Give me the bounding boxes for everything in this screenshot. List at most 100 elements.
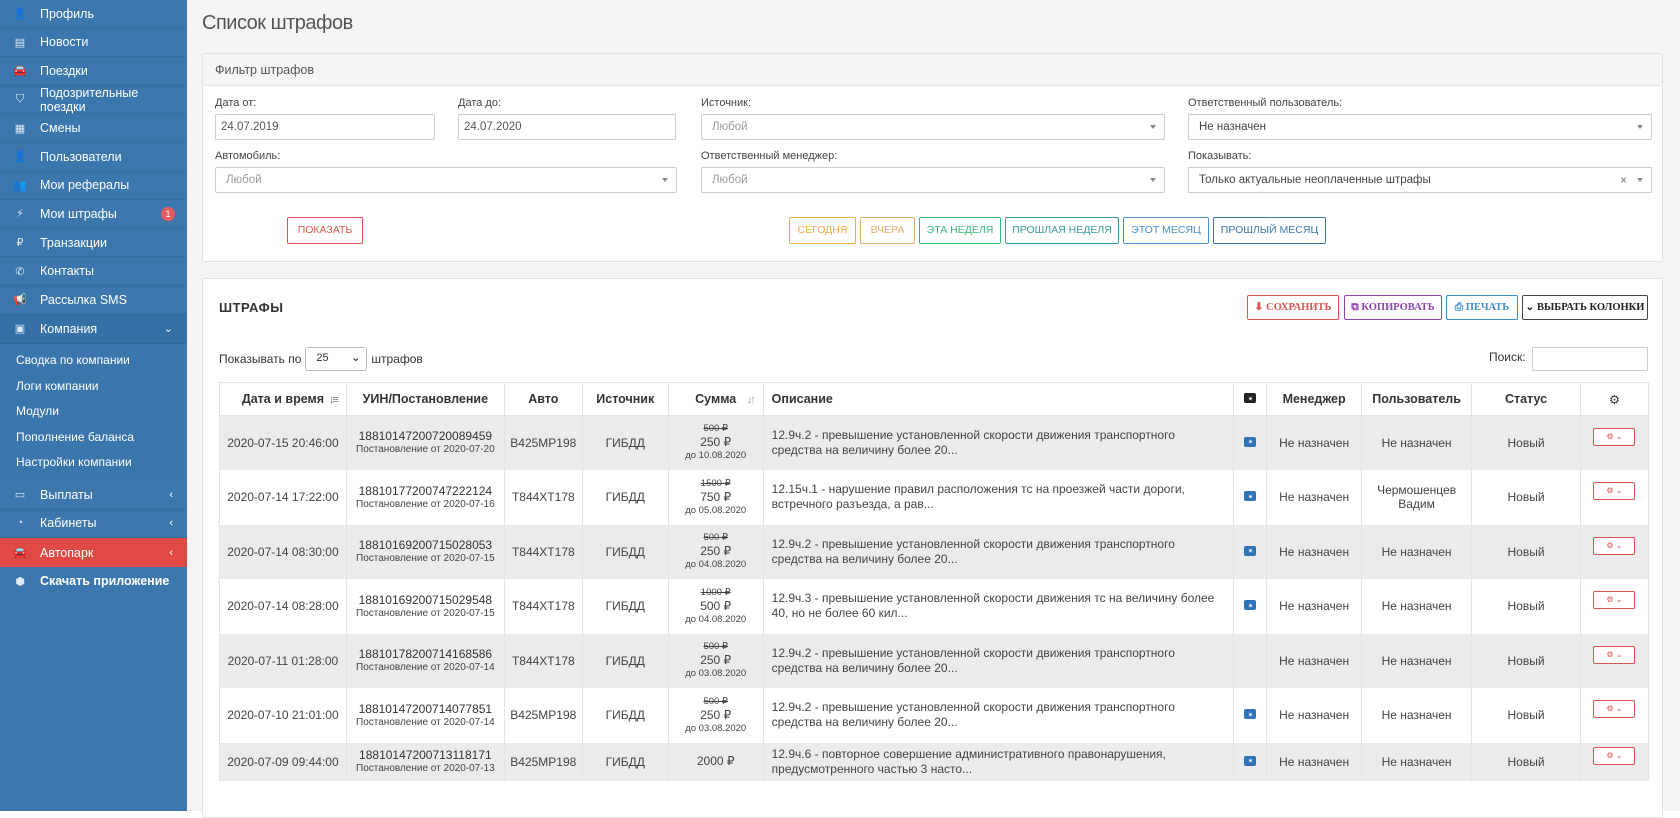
sidebar-item-4[interactable]: ▦ Смены bbox=[0, 114, 187, 143]
col-uin[interactable]: УИН/Постановление bbox=[345, 382, 505, 416]
company-submenu: Сводка по компании Логи компании Модули Поп… bbox=[0, 343, 187, 482]
submenu-item[interactable]: Настройки компании bbox=[0, 450, 187, 476]
col-user[interactable]: Пользователь bbox=[1361, 382, 1473, 416]
decree-date: Постановление от 2020-07-14 bbox=[356, 716, 495, 728]
camera-icon[interactable] bbox=[1244, 491, 1257, 501]
row-actions-button[interactable]: ⚙ ⌄ bbox=[1593, 746, 1636, 765]
choose-columns-button[interactable]: ⌄ ВЫБРАТЬ КОЛОНКИ bbox=[1522, 295, 1648, 320]
actions-cell: ⚙ ⌄ bbox=[1579, 524, 1650, 579]
sidebar-item-payouts[interactable]: ▭ Выплаты ‹ bbox=[0, 481, 187, 510]
status-cell: Новый bbox=[1471, 524, 1581, 579]
submenu-item[interactable]: Пополнение баланса bbox=[0, 424, 187, 450]
date-to-input[interactable]: 24.07.2020 bbox=[458, 114, 676, 140]
camera-icon[interactable] bbox=[1244, 709, 1257, 719]
sidebar-item-1[interactable]: ▤ Новости bbox=[0, 29, 187, 58]
table-row[interactable]: 2020-07-15 20:46:00 18810147200720089459 П… bbox=[219, 415, 1650, 470]
manager-cell: Не назначен bbox=[1266, 687, 1363, 743]
sidebar-item-label: Мои штрафы bbox=[40, 206, 117, 221]
due-date: до 10.08.2020 bbox=[685, 450, 747, 462]
table-row[interactable]: 2020-07-14 17:22:00 18810177200747222124 П… bbox=[219, 469, 1650, 525]
quick-last-week-button[interactable]: ПРОШЛАЯ НЕДЕЛЯ bbox=[1005, 217, 1119, 244]
sidebar-item-0[interactable]: 👤 Профиль bbox=[0, 0, 187, 29]
row-actions-button[interactable]: ⚙ ⌄ bbox=[1593, 482, 1636, 500]
chevron-down-icon: ⌄ bbox=[163, 323, 173, 336]
quick-this-month-button[interactable]: ЭТОТ МЕСЯЦ bbox=[1123, 217, 1209, 244]
sidebar-item-8[interactable]: ₽ Транзакции bbox=[0, 229, 187, 258]
phone-icon: ✆ bbox=[15, 265, 25, 278]
quick-last-month-button[interactable]: ПРОШЛЫЙ МЕСЯЦ bbox=[1213, 217, 1326, 244]
camera-icon[interactable] bbox=[1244, 600, 1257, 610]
description-cell: 12.9ч.2 - превышение установленной скоро… bbox=[762, 633, 1235, 688]
page-size-control: Показывать по 25 ⌄ штрафов bbox=[219, 347, 423, 371]
copy-button[interactable]: ⧉ КОПИРОВАТЬ bbox=[1344, 295, 1442, 320]
user-icon: 👤 bbox=[13, 151, 27, 164]
sidebar-item-2[interactable]: 🚘 Поездки bbox=[0, 57, 187, 86]
row-actions-button[interactable]: ⚙ ⌄ bbox=[1593, 591, 1636, 609]
dropdown-arrow-icon bbox=[1637, 125, 1643, 129]
sidebar-item-6[interactable]: 👥 Мои рефералы bbox=[0, 172, 187, 201]
car-select[interactable]: Любой bbox=[215, 167, 677, 193]
manager-select[interactable]: Любой bbox=[701, 167, 1165, 193]
table-row[interactable]: 2020-07-10 21:01:00 18810147200714077851 П… bbox=[219, 687, 1650, 743]
sidebar-item-cabinets[interactable]: ◔ Кабинеты ‹ bbox=[0, 510, 187, 539]
table-row[interactable]: 2020-07-11 01:28:00 18810178200714168586 П… bbox=[219, 633, 1650, 688]
row-actions-button[interactable]: ⚙ ⌄ bbox=[1593, 700, 1636, 718]
sidebar-item-label: Компания bbox=[40, 321, 98, 336]
table-row[interactable]: 2020-07-14 08:30:00 18810169200715028053 П… bbox=[219, 524, 1650, 579]
manager-cell: Не назначен bbox=[1266, 633, 1363, 688]
uin-number: 18810169200715028053 bbox=[358, 538, 493, 552]
show-filter-select[interactable]: Только актуальные неоплаченные штрафы × bbox=[1188, 167, 1652, 193]
camera-icon[interactable] bbox=[1244, 755, 1257, 766]
sidebar-item-download-app[interactable]: ⬢ Скачать приложение bbox=[0, 567, 187, 596]
sidebar-item-9[interactable]: ✆ Контакты bbox=[0, 257, 187, 286]
row-actions-button[interactable]: ⚙ ⌄ bbox=[1593, 645, 1636, 664]
row-actions-button[interactable]: ⚙ ⌄ bbox=[1593, 536, 1636, 555]
col-manager[interactable]: Менеджер bbox=[1266, 382, 1363, 416]
status-cell: Новый bbox=[1471, 578, 1581, 634]
col-source[interactable]: Источник bbox=[581, 382, 669, 416]
uin-cell: 18810178200714168586 Постановление от 202… bbox=[345, 633, 505, 688]
clear-icon[interactable]: × bbox=[1620, 173, 1627, 187]
row-actions-button[interactable]: ⚙ ⌄ bbox=[1593, 427, 1636, 446]
print-button[interactable]: ⎙ ПЕЧАТЬ bbox=[1446, 295, 1518, 320]
sidebar-item-company[interactable]: ▣ Компания ⌄ bbox=[0, 314, 187, 344]
col-description[interactable]: Описание bbox=[762, 382, 1235, 416]
col-datetime[interactable]: Дата и время ↓≡ bbox=[219, 382, 347, 416]
due-date: до 03.08.2020 bbox=[685, 722, 747, 734]
sidebar-item-7[interactable]: ⚡ Мои штрафы 1 bbox=[0, 200, 187, 229]
show-button[interactable]: ПОКАЗАТЬ bbox=[287, 217, 363, 244]
submenu-item[interactable]: Модули bbox=[0, 399, 187, 425]
submenu-item[interactable]: Логи компании bbox=[0, 373, 187, 399]
table-row[interactable]: 2020-07-14 08:28:00 18810169200715029548 П… bbox=[219, 578, 1650, 634]
search-input[interactable] bbox=[1532, 347, 1648, 371]
source-select[interactable]: Любой bbox=[701, 114, 1165, 140]
camera-icon[interactable] bbox=[1244, 436, 1257, 447]
quick-today-button[interactable]: СЕГОДНЯ bbox=[789, 217, 856, 244]
date-from-input[interactable]: 24.07.2019 bbox=[215, 114, 435, 140]
col-status[interactable]: Статус bbox=[1471, 382, 1581, 416]
quick-yesterday-button[interactable]: ВЧЕРА bbox=[860, 217, 915, 244]
save-button[interactable]: ⬇ СОХРАНИТЬ bbox=[1247, 295, 1339, 320]
submenu-item[interactable]: Сводка по компании bbox=[0, 348, 187, 374]
sidebar-item-label: Контакты bbox=[40, 264, 94, 279]
col-car[interactable]: Авто bbox=[503, 382, 583, 416]
col-sum[interactable]: Сумма ↓↑ bbox=[667, 382, 764, 416]
car-cell: Т844ХТ178 bbox=[503, 578, 583, 634]
sidebar-item-3[interactable]: ⛉ Подозрительные поездки bbox=[0, 86, 187, 115]
camera-icon[interactable] bbox=[1244, 545, 1257, 556]
sidebar-item-fleet[interactable]: 🚘 Автопарк ‹ bbox=[0, 538, 187, 567]
table-row[interactable]: 2020-07-09 09:44:00 18810147200713118171 П… bbox=[219, 742, 1650, 781]
car-cell: В425МР198 bbox=[503, 742, 583, 781]
sidebar-item-5[interactable]: 👤 Пользователи bbox=[0, 143, 187, 172]
page-size-select[interactable]: 25 ⌄ bbox=[305, 347, 368, 371]
datetime-cell: 2020-07-14 08:28:00 bbox=[219, 578, 347, 634]
car-value: Любой bbox=[226, 174, 262, 186]
copy-icon: ⧉ bbox=[1351, 302, 1362, 313]
copy-button-label: КОПИРОВАТЬ bbox=[1361, 302, 1435, 313]
responsible-user-select[interactable]: Не назначен bbox=[1188, 114, 1652, 140]
table-header-row: Дата и время ↓≡ УИН/Постановление Авто Ис… bbox=[219, 382, 1650, 416]
car-cell: Т844ХТ178 bbox=[503, 633, 583, 688]
status-cell: Новый bbox=[1471, 633, 1581, 688]
sidebar-item-10[interactable]: 📢 Рассылка SMS bbox=[0, 286, 187, 315]
quick-this-week-button[interactable]: ЭТА НЕДЕЛЯ bbox=[919, 217, 1001, 244]
